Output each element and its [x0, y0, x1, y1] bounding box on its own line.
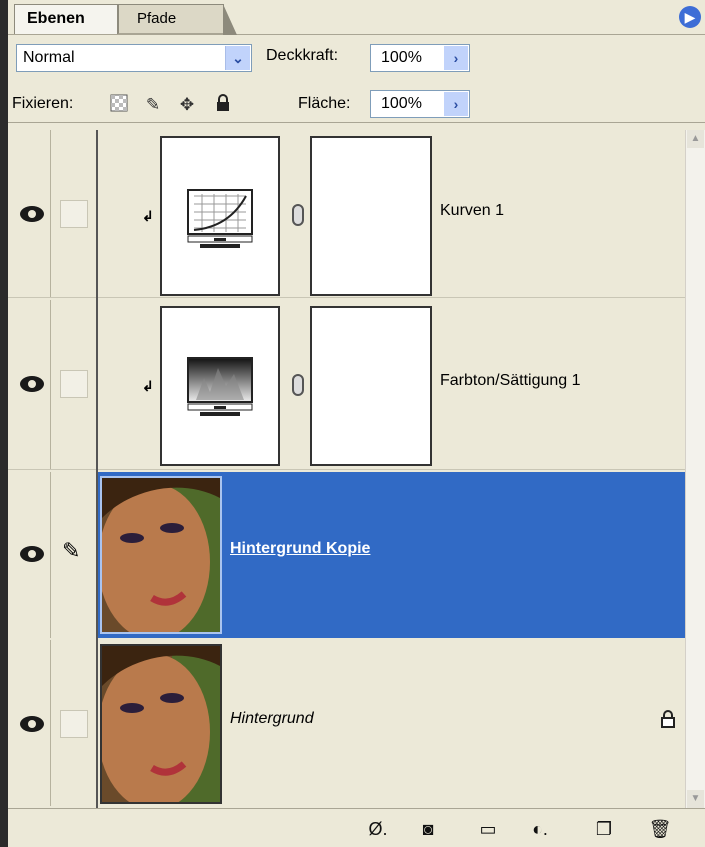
blend-opacity-row: Normal ⌄ Deckkraft: 100% ›	[8, 40, 705, 76]
tab-ebenen[interactable]: Ebenen	[14, 4, 118, 34]
fill-value: 100%	[381, 95, 422, 112]
visibility-column	[8, 640, 51, 806]
link-box[interactable]	[60, 710, 88, 738]
visibility-column	[8, 130, 51, 297]
eye-icon[interactable]	[20, 206, 44, 222]
chevron-down-icon[interactable]: ⌄	[225, 46, 250, 70]
layer-lock-icon	[660, 710, 676, 732]
layer-mask-icon[interactable]: ◙	[416, 817, 440, 841]
blend-mode-select[interactable]: Normal ⌄	[16, 44, 252, 72]
opacity-label: Deckkraft:	[266, 47, 339, 64]
visibility-column	[8, 300, 51, 469]
chain-link-icon[interactable]	[292, 374, 304, 396]
delete-layer-icon[interactable]: 🗑	[648, 817, 672, 841]
link-column	[50, 640, 97, 806]
layer-row[interactable]: ↲ Kurven 1	[8, 130, 686, 298]
lock-label: Fixieren:	[12, 95, 74, 112]
blend-mode-value: Normal	[23, 49, 75, 66]
link-column: ✎	[50, 472, 97, 638]
layer-mask-thumbnail[interactable]	[310, 306, 432, 466]
paintbrush-icon[interactable]: ✎	[62, 538, 80, 564]
scroll-down-icon[interactable]: ▼	[687, 790, 704, 808]
new-adjustment-icon[interactable]: ◐.	[528, 817, 552, 841]
visibility-column	[8, 472, 51, 638]
opacity-value: 100%	[381, 49, 422, 66]
bottom-toolbar: Ø. ◙ ▭ ◐. ❐ 🗑	[8, 808, 705, 847]
layers-list: ↲ Kurven 1 ↲ Farbton/Sättigung 1 ✎ Hinte…	[8, 130, 705, 808]
new-layer-icon[interactable]: ❐	[592, 817, 616, 841]
tab-pfade[interactable]: Pfade	[118, 4, 237, 35]
tab-bar: Ebenen Pfade ▶	[8, 0, 705, 35]
layer-thumbnail[interactable]	[100, 476, 222, 634]
fill-slider-arrow-icon[interactable]: ›	[444, 92, 468, 116]
lock-all-icon[interactable]	[212, 94, 234, 116]
opacity-slider-arrow-icon[interactable]: ›	[444, 46, 468, 70]
adjustment-thumbnail[interactable]	[160, 136, 280, 296]
eye-icon[interactable]	[20, 546, 44, 562]
fill-field[interactable]: 100% ›	[370, 90, 470, 118]
layer-mask-thumbnail[interactable]	[310, 136, 432, 296]
new-group-icon[interactable]: ▭	[476, 817, 500, 841]
lock-transparency-icon[interactable]	[108, 94, 130, 116]
chain-link-icon[interactable]	[292, 204, 304, 226]
clipping-arrow-icon: ↲	[142, 208, 154, 224]
layer-row[interactable]: ↲ Farbton/Sättigung 1	[8, 300, 686, 470]
layer-thumbnail[interactable]	[100, 644, 222, 804]
lock-fill-row: Fixieren: ✎ ✥ Fläche: 100% ›	[8, 86, 705, 123]
fill-label: Fläche:	[298, 95, 351, 112]
hue-saturation-icon	[187, 357, 253, 416]
layer-name[interactable]: Farbton/Sättigung 1	[440, 372, 581, 390]
link-box[interactable]	[60, 370, 88, 398]
scroll-up-icon[interactable]: ▲	[687, 130, 704, 148]
layer-row-selected[interactable]: ✎ Hintergrund Kopie	[8, 472, 686, 638]
layer-row[interactable]: Hintergrund	[8, 640, 686, 806]
lock-move-icon[interactable]: ✥	[176, 94, 198, 116]
link-column	[50, 130, 97, 297]
adjustment-thumbnail[interactable]	[160, 306, 280, 466]
opacity-field[interactable]: 100% ›	[370, 44, 470, 72]
layer-name[interactable]: Hintergrund	[230, 710, 314, 728]
eye-icon[interactable]	[20, 716, 44, 732]
lock-paint-icon[interactable]: ✎	[142, 94, 164, 116]
layer-name[interactable]: Hintergrund Kopie	[230, 540, 370, 558]
layer-name[interactable]: Kurven 1	[440, 202, 504, 220]
eye-icon[interactable]	[20, 376, 44, 392]
link-column	[50, 300, 97, 469]
curves-icon	[187, 189, 253, 248]
column-divider	[96, 130, 98, 808]
layer-style-icon[interactable]: Ø.	[366, 817, 390, 841]
link-box[interactable]	[60, 200, 88, 228]
layers-scrollbar[interactable]: ▲ ▼	[685, 130, 705, 808]
clipping-arrow-icon: ↲	[142, 378, 154, 394]
panel-menu-icon[interactable]: ▶	[679, 6, 701, 28]
layers-panel: Ebenen Pfade ▶ Normal ⌄ Deckkraft: 100% …	[8, 0, 705, 847]
